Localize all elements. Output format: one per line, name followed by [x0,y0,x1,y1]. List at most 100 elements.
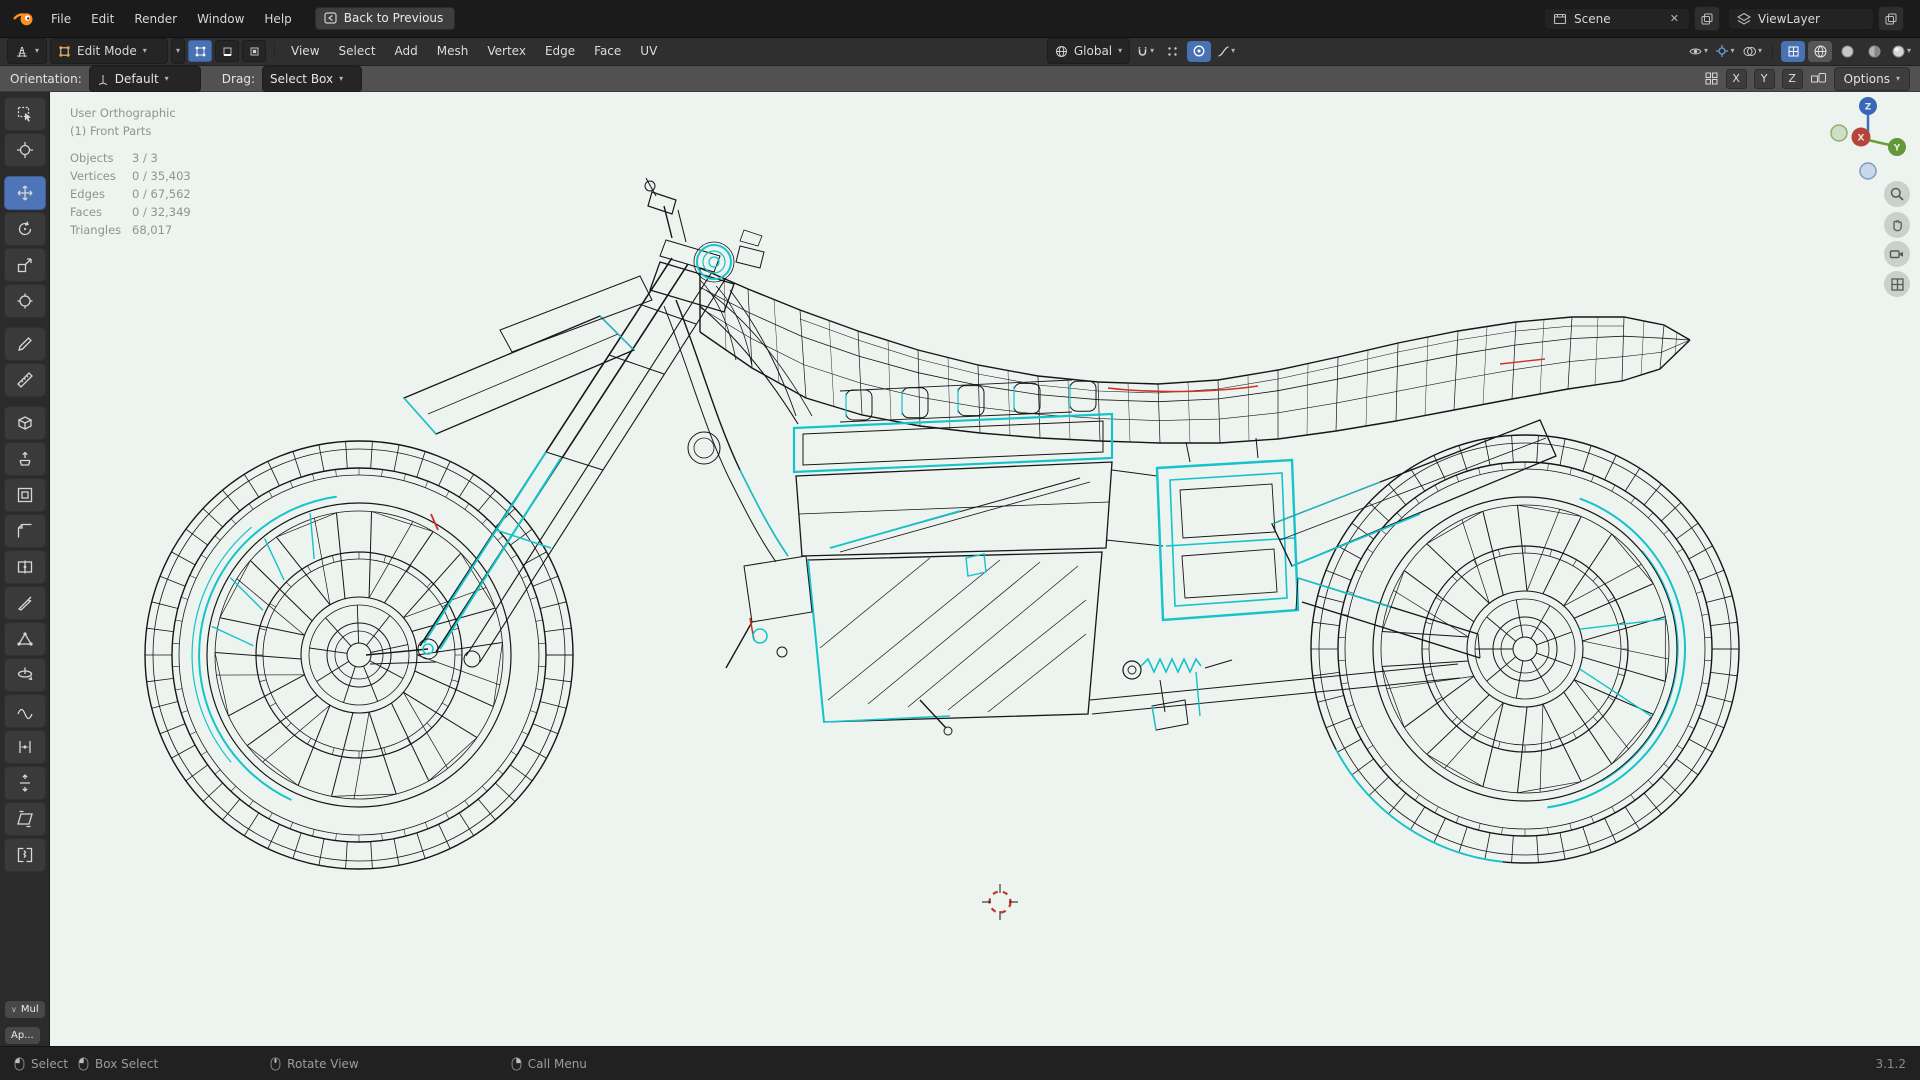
axes-icon [97,73,109,85]
tool-rip-region-button[interactable] [4,838,46,872]
mouse-right-icon [511,1056,522,1072]
apply-panel-button[interactable]: Ap... [5,1027,40,1044]
snap-target-button[interactable] [1160,41,1184,62]
tool-loop-cut-button[interactable] [4,550,46,584]
tool-extrude-region-button[interactable] [4,442,46,476]
editor-type-dropdown[interactable]: ▾ [7,38,47,64]
toggle-grid-button[interactable] [1884,271,1910,297]
proportional-editing-button[interactable] [1187,41,1211,62]
tool-poly-build-button[interactable] [4,622,46,656]
tool-transform-button[interactable] [4,284,46,318]
menu-face[interactable]: Face [586,40,629,62]
tool-measure-button[interactable] [4,363,46,397]
drag-label: Drag: [222,72,255,86]
back-to-previous-label: Back to Previous [344,11,444,25]
tool-knife-button[interactable] [4,586,46,620]
scene-unlink-icon[interactable]: ✕ [1668,12,1681,25]
eye-icon [1688,45,1703,58]
menu-file[interactable]: File [42,8,80,30]
mul-label: Mul [21,1004,39,1015]
tool-edge-slide-button[interactable] [4,730,46,764]
orientation-dropdown[interactable]: Default ▾ [89,66,201,92]
menu-add[interactable]: Add [387,40,426,62]
snap-grid-icon [1166,45,1179,58]
tool-inset-faces-button[interactable] [4,478,46,512]
tool-add-cube-button[interactable] [4,406,46,440]
mode-dropdown[interactable]: Edit Mode ▾ [50,38,168,64]
drag-value: Select Box [270,72,333,86]
mode-options-dropdown[interactable]: ▾ [171,38,185,64]
pan-button[interactable] [1884,212,1910,238]
tool-select-box-button[interactable] [4,97,46,131]
overlays-dropdown[interactable]: ▾ [1740,41,1764,62]
show-hide-dropdown[interactable]: ▾ [1686,41,1710,62]
camera-view-button[interactable] [1884,241,1910,267]
vertex-select-icon [194,45,207,58]
tool-shrink-fatten-button[interactable] [4,766,46,800]
shading-material-button[interactable] [1862,41,1886,62]
menu-edit[interactable]: Edit [82,8,123,30]
scene-selector[interactable]: Scene ✕ [1544,8,1690,30]
stat-vertices: Vertices0 / 35,403 [70,167,191,185]
menu-mesh[interactable]: Mesh [429,40,477,62]
apply-label: Ap... [11,1030,34,1041]
menu-view[interactable]: View [283,40,327,62]
tool-scale-button[interactable] [4,248,46,282]
back-to-previous-button[interactable]: Back to Previous [315,7,456,30]
add-cube-icon [16,414,34,432]
vertex-select-button[interactable] [188,40,212,62]
mul-panel-button[interactable]: ∨ Mul [5,1001,45,1018]
scale-icon [16,256,34,274]
grid-icon [1890,277,1905,292]
transform-orientation-dropdown[interactable]: Global ▾ [1047,38,1130,64]
solid-sphere-icon [1840,44,1855,59]
shading-rendered-button[interactable]: ▾ [1889,41,1913,62]
tool-annotate-button[interactable] [4,327,46,361]
menu-render[interactable]: Render [125,8,186,30]
menu-uv[interactable]: UV [632,40,665,62]
axis-z-toggle[interactable]: Z [1782,69,1803,89]
snap-toggle-button[interactable]: ▾ [1133,41,1157,62]
proportional-falloff-dropdown[interactable]: ▾ [1214,41,1238,62]
menu-edge[interactable]: Edge [537,40,583,62]
tool-bevel-button[interactable] [4,514,46,548]
xray-toggle-button[interactable] [1781,41,1805,62]
transform-icon [16,292,34,310]
options-button[interactable]: Options ▾ [1834,67,1910,91]
topbar: File Edit Render Window Help Back to Pre… [0,0,1920,38]
drag-dropdown[interactable]: Select Box ▾ [262,66,362,92]
menu-window[interactable]: Window [188,8,253,30]
tool-smooth-button[interactable] [4,694,46,728]
shading-solid-button[interactable] [1835,41,1859,62]
stat-faces: Faces0 / 32,349 [70,203,191,221]
viewlayer-new-icon[interactable] [1878,6,1904,31]
axis-y-toggle[interactable]: Y [1754,69,1775,89]
edge-select-button[interactable] [215,40,239,62]
axis-x-toggle[interactable]: X [1726,69,1747,89]
menu-vertex[interactable]: Vertex [479,40,534,62]
face-select-button[interactable] [242,40,266,62]
tool-rotate-button[interactable] [4,212,46,246]
left-toolbar [0,92,50,1047]
viewlayer-selector[interactable]: ViewLayer [1728,8,1874,30]
blender-logo-icon[interactable] [10,9,36,29]
gizmos-dropdown[interactable]: ▾ [1713,41,1737,62]
viewlayer-name: ViewLayer [1758,12,1865,26]
tool-shear-button[interactable] [4,802,46,836]
transform-pivot-icon[interactable] [1704,71,1719,86]
tool-spin-button[interactable] [4,658,46,692]
hand-icon [1890,218,1905,233]
extrude-region-icon [16,450,34,468]
snap-element-icon[interactable] [1810,71,1827,86]
status-rotate-view: Rotate View [270,1056,359,1072]
viewport-overlay-stats: User Orthographic (1) Front Parts Object… [70,104,191,239]
zoom-button[interactable] [1884,181,1910,207]
shading-wireframe-button[interactable] [1808,41,1832,62]
tool-cursor-button[interactable] [4,133,46,167]
viewport[interactable]: User Orthographic (1) Front Parts Object… [0,92,1920,1047]
face-select-icon [248,45,261,58]
menu-help[interactable]: Help [255,8,300,30]
menu-select[interactable]: Select [331,40,384,62]
tool-move-button[interactable] [4,176,46,210]
scene-new-icon[interactable] [1694,6,1720,31]
